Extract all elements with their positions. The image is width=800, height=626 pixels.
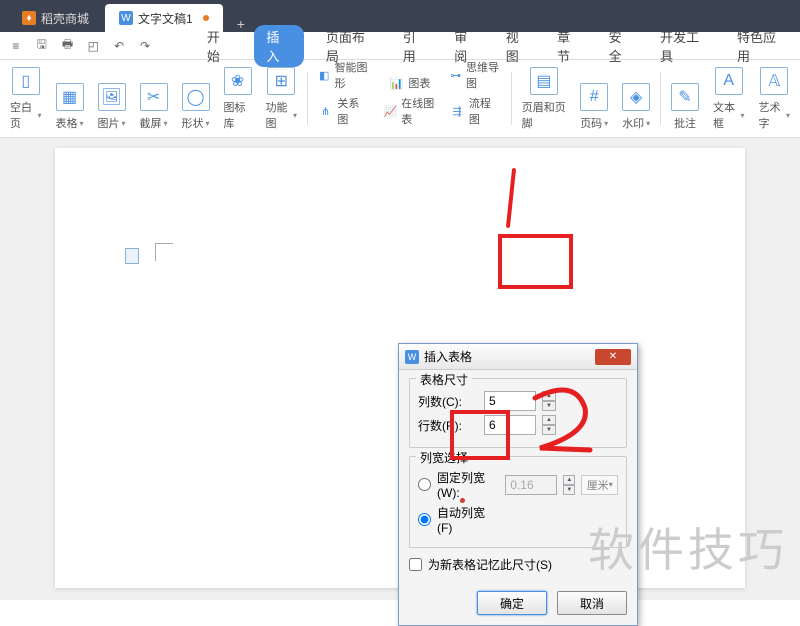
cols-spinner[interactable]: ▲▼ bbox=[542, 391, 556, 411]
ribbon-chart[interactable]: 📊图表 bbox=[388, 75, 430, 91]
ribbon-watermark[interactable]: ◈水印▾ bbox=[616, 66, 656, 131]
print-icon[interactable]: 🖶 bbox=[60, 38, 76, 54]
picture-icon: 🖼 bbox=[98, 83, 126, 111]
menu-insert[interactable]: 插入 bbox=[254, 25, 303, 67]
ribbon-gallery[interactable]: ❀图标库 bbox=[218, 66, 258, 131]
dialog-title: 插入表格 bbox=[424, 348, 472, 365]
flowchart-icon: ⇶ bbox=[449, 103, 465, 119]
auto-width-radio[interactable] bbox=[418, 513, 431, 526]
menu-security[interactable]: 安全 bbox=[605, 25, 638, 67]
ribbon-picture[interactable]: 🖼图片▾ bbox=[92, 66, 132, 131]
menu-dev[interactable]: 开发工具 bbox=[656, 25, 715, 67]
tab-shell[interactable]: ♦ 稻壳商城 bbox=[8, 4, 103, 32]
ribbon-pagenum[interactable]: #页码▾ bbox=[574, 66, 614, 131]
relation-icon: ⋔ bbox=[318, 103, 334, 119]
ribbon-headerfooter[interactable]: ▤页眉和页脚 bbox=[516, 66, 572, 131]
fixed-width-label: 固定列宽(W): bbox=[437, 469, 499, 500]
rows-label: 行数(R): bbox=[418, 417, 478, 434]
cols-label: 列数(C): bbox=[418, 393, 478, 410]
smartart-icon: ◧ bbox=[318, 67, 331, 83]
ribbon-flowchart[interactable]: ⇶流程图 bbox=[449, 95, 501, 127]
ok-button[interactable]: 确定 bbox=[477, 591, 547, 615]
ribbon-charts-group2: 📊图表 📈在线图表 bbox=[378, 66, 442, 131]
comment-icon: ✎ bbox=[671, 83, 699, 111]
ribbon-relation[interactable]: ⋔关系图 bbox=[318, 95, 370, 127]
textbox-icon: A bbox=[715, 67, 743, 95]
modified-dot-icon bbox=[203, 15, 209, 21]
onlinechart-icon: 📈 bbox=[384, 103, 398, 119]
undo-icon[interactable]: ↶ bbox=[111, 38, 127, 54]
menu-icon[interactable]: ≡ bbox=[8, 38, 24, 54]
menu-ref[interactable]: 引用 bbox=[399, 25, 432, 67]
ribbon-screenshot[interactable]: ✂截屏▾ bbox=[134, 66, 174, 131]
ribbon-textbox[interactable]: A文本框▾ bbox=[707, 66, 751, 131]
fixed-width-input bbox=[505, 475, 557, 495]
ribbon-comment[interactable]: ✎批注 bbox=[665, 66, 705, 131]
size-legend: 表格尺寸 bbox=[416, 371, 472, 388]
remember-checkbox[interactable] bbox=[409, 558, 422, 571]
pagenum-icon: # bbox=[580, 83, 608, 111]
menu-chapter[interactable]: 章节 bbox=[553, 25, 586, 67]
ribbon-blankpage[interactable]: ▯空白页▾ bbox=[4, 66, 48, 131]
rows-input[interactable] bbox=[484, 415, 536, 435]
ribbon-diagram-group: ⊶思维导图 ⇶流程图 bbox=[443, 66, 507, 131]
ribbon-wordart[interactable]: 𝔸艺术字▾ bbox=[753, 66, 797, 131]
fixed-width-radio[interactable] bbox=[418, 478, 431, 491]
mindmap-icon: ⊶ bbox=[449, 67, 462, 83]
grid-icon: ⊞ bbox=[267, 67, 295, 95]
remember-label: 为新表格记忆此尺寸(S) bbox=[428, 556, 552, 573]
ribbon-shape[interactable]: ◯形状▾ bbox=[176, 66, 216, 131]
cols-input[interactable] bbox=[484, 391, 536, 411]
scissors-icon: ✂ bbox=[140, 83, 168, 111]
shape-icon: ◯ bbox=[182, 83, 210, 111]
page-icon: ▯ bbox=[12, 67, 40, 95]
close-button[interactable]: ✕ bbox=[595, 349, 631, 365]
flame-icon: ♦ bbox=[22, 11, 36, 25]
menu-start[interactable]: 开始 bbox=[203, 25, 236, 67]
watermark-text: 软件技巧 bbox=[588, 514, 788, 580]
page-marker-icon bbox=[125, 248, 139, 264]
fixed-width-spinner: ▲▼ bbox=[563, 475, 575, 495]
ribbon-mindmap[interactable]: ⊶思维导图 bbox=[449, 59, 501, 91]
menu-view[interactable]: 视图 bbox=[502, 25, 535, 67]
menu-special[interactable]: 特色应用 bbox=[733, 25, 792, 67]
auto-width-label: 自动列宽(F) bbox=[437, 504, 497, 535]
doc-icon: W bbox=[119, 11, 133, 25]
unit-select[interactable]: 厘米▾ bbox=[581, 475, 618, 495]
table-icon: ▦ bbox=[56, 83, 84, 111]
rows-spinner[interactable]: ▲▼ bbox=[542, 415, 556, 435]
margin-corner-icon bbox=[155, 243, 173, 261]
watermark-icon: ◈ bbox=[622, 83, 650, 111]
header-icon: ▤ bbox=[530, 67, 558, 95]
save-icon[interactable]: 🖫 bbox=[34, 38, 50, 54]
gallery-icon: ❀ bbox=[224, 67, 252, 95]
ribbon-feature[interactable]: ⊞功能图▾ bbox=[260, 66, 304, 131]
ribbon-charts-group: ◧智能图形 ⋔关系图 bbox=[312, 66, 376, 131]
insert-table-dialog: W 插入表格 ✕ 表格尺寸 列数(C): ▲▼ 行数(R): ▲▼ bbox=[398, 343, 638, 626]
cancel-button[interactable]: 取消 bbox=[557, 591, 627, 615]
ribbon-table[interactable]: ▦表格▾ bbox=[50, 66, 90, 131]
chart-icon: 📊 bbox=[388, 75, 404, 91]
tab-label: 文字文稿1 bbox=[138, 10, 193, 27]
wordart-icon: 𝔸 bbox=[760, 67, 788, 95]
ribbon-onlinechart[interactable]: 📈在线图表 bbox=[384, 95, 436, 127]
width-legend: 列宽选择 bbox=[416, 449, 472, 466]
ribbon-smartart[interactable]: ◧智能图形 bbox=[318, 59, 370, 91]
preview-icon[interactable]: ◰ bbox=[85, 38, 101, 54]
redo-icon[interactable]: ↷ bbox=[137, 38, 153, 54]
tab-label: 稻壳商城 bbox=[41, 10, 89, 27]
app-icon: W bbox=[405, 350, 419, 364]
